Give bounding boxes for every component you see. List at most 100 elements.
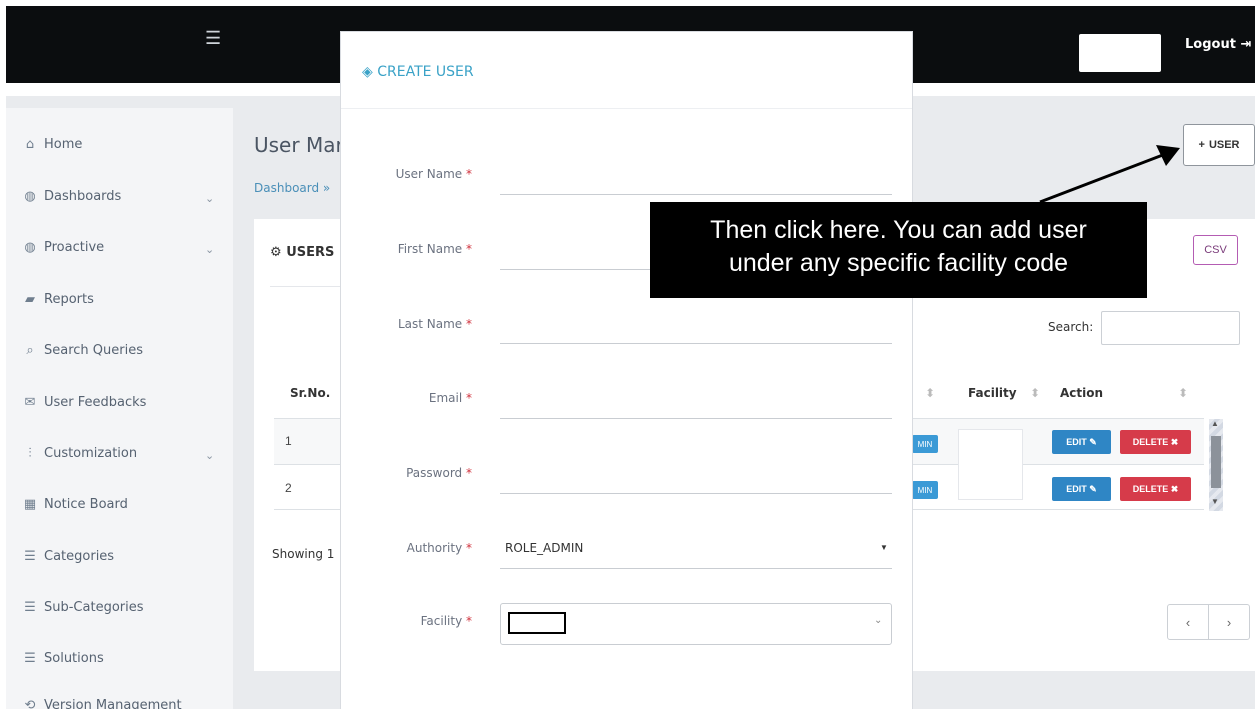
divider — [270, 286, 340, 287]
sidebar-item-proactive[interactable]: ◍ Proactive — [22, 240, 104, 255]
logout-label: Logout — [1185, 37, 1236, 52]
column-header-facility[interactable]: Facility — [968, 368, 1017, 418]
email-field[interactable] — [500, 418, 892, 419]
row-number: 2 — [285, 481, 292, 495]
list-icon: ☰ — [24, 600, 36, 615]
search-icon: ⌕ — [26, 343, 34, 358]
field-label-text: Last Name — [397, 317, 463, 331]
home-icon: ⌂ — [25, 137, 35, 152]
user-profile-box[interactable] — [1079, 34, 1161, 72]
authority-underline — [500, 568, 892, 569]
sidebar-item-dashboards[interactable]: ◍ Dashboards — [22, 189, 121, 204]
sidebar-item-label: Home — [44, 137, 83, 152]
sidebar-item-sub-categories[interactable]: ☰ Sub-Categories — [22, 600, 144, 615]
board-icon: ▦ — [23, 497, 37, 512]
username-label: User Name * — [342, 167, 472, 181]
breadcrumb[interactable]: Dashboard » — [254, 181, 330, 195]
sidebar-item-label: Version Management — [44, 698, 182, 709]
delete-label: DELETE — [1132, 437, 1169, 447]
sort-icon[interactable]: ⬍ — [1030, 368, 1040, 418]
sidebar-item-reports[interactable]: ▰ Reports — [22, 292, 94, 307]
role-badge: MIN — [912, 481, 938, 499]
facility-cell — [958, 429, 1023, 500]
sidebar-item-label: Sub-Categories — [44, 600, 144, 615]
edit-label: EDIT — [1066, 484, 1087, 494]
pointer-arrow-icon — [1039, 145, 1180, 204]
sidebar-item-notice-board[interactable]: ▦ Notice Board — [22, 497, 128, 512]
layers-icon: ◈ — [362, 64, 373, 80]
sidebar-item-label: Proactive — [44, 240, 105, 255]
sort-icon[interactable]: ⬍ — [1178, 368, 1188, 418]
sidebar-item-search-queries[interactable]: ⌕ Search Queries — [22, 343, 143, 358]
facility-redacted-value — [508, 612, 566, 634]
password-label: Password * — [342, 466, 472, 480]
field-label-text: User Name — [395, 167, 463, 181]
sidebar-item-label: Search Queries — [44, 343, 143, 358]
sidebar-item-label: Categories — [44, 549, 115, 564]
required-marker: * — [466, 242, 472, 256]
chevron-down-icon: ⌄ — [205, 244, 215, 256]
field-label-text: First Name — [397, 242, 463, 256]
panel-title: ⚙ USERS — [270, 245, 334, 260]
sidebar-item-home[interactable]: ⌂ Home — [22, 137, 83, 152]
required-marker: * — [466, 614, 472, 628]
scroll-down-icon[interactable]: ▼ — [1211, 497, 1219, 506]
sliders-icon: ⫶ — [28, 446, 32, 461]
envelope-icon: ✉ — [24, 395, 36, 410]
csv-export-button[interactable]: CSV — [1193, 235, 1238, 265]
sidebar-item-label: Dashboards — [44, 189, 122, 204]
logout-icon: ⇥ — [1240, 37, 1252, 52]
field-label-text: Email — [428, 391, 463, 405]
edit-button[interactable]: EDIT ✎ — [1052, 430, 1111, 454]
logout-button[interactable]: Logout ⇥ — [1185, 37, 1251, 52]
hamburger-icon[interactable]: ☰ — [205, 28, 221, 49]
first-name-label: First Name * — [342, 242, 472, 256]
username-field[interactable] — [500, 194, 892, 195]
role-badge: MIN — [912, 435, 938, 453]
facility-label: Facility * — [342, 614, 472, 628]
page-title: User Mar — [254, 133, 344, 157]
column-header-action[interactable]: Action — [1060, 368, 1103, 418]
sidebar-item-label: Notice Board — [44, 497, 128, 512]
modal-title-label: CREATE USER — [377, 64, 474, 80]
required-marker: * — [466, 317, 472, 331]
sidebar-item-solutions[interactable]: ☰ Solutions — [22, 651, 104, 666]
required-marker: * — [466, 466, 472, 480]
sidebar-item-label: User Feedbacks — [44, 395, 147, 410]
last-name-field[interactable] — [500, 343, 892, 344]
list-icon: ☰ — [24, 651, 36, 666]
dashboard-icon: ◍ — [24, 240, 36, 255]
scrollbar-thumb[interactable] — [1211, 436, 1221, 488]
last-name-label: Last Name * — [342, 317, 472, 331]
password-field[interactable] — [500, 493, 892, 494]
chevron-down-icon[interactable]: ▼ — [880, 543, 888, 552]
next-page-button[interactable]: › — [1209, 605, 1249, 639]
sidebar-item-customization[interactable]: ⫶ Customization — [22, 446, 137, 461]
sort-icon[interactable]: ⬍ — [925, 368, 935, 418]
sidebar-item-label: Reports — [44, 292, 94, 307]
delete-label: DELETE — [1132, 484, 1169, 494]
gear-icon: ⚙ — [270, 245, 282, 260]
close-icon: ✖ — [1170, 483, 1179, 494]
edit-label: EDIT — [1066, 437, 1087, 447]
divider — [341, 108, 912, 109]
delete-button[interactable]: DELETE ✖ — [1120, 477, 1191, 501]
search-label: Search: — [1048, 320, 1094, 334]
sidebar-item-label: Customization — [44, 446, 138, 461]
panel-title-label: USERS — [286, 245, 335, 260]
required-marker: * — [466, 541, 472, 555]
authority-select[interactable]: ROLE_ADMIN — [505, 541, 583, 555]
delete-button[interactable]: DELETE ✖ — [1120, 430, 1191, 454]
showing-info: Showing 1 — [272, 547, 335, 561]
version-icon: ⟲ — [24, 698, 36, 709]
scroll-up-icon[interactable]: ▲ — [1211, 419, 1219, 428]
search-input[interactable] — [1101, 311, 1240, 345]
sidebar-item-categories[interactable]: ☰ Categories — [22, 549, 114, 564]
sidebar-item-user-feedbacks[interactable]: ✉ User Feedbacks — [22, 395, 147, 410]
prev-page-button[interactable]: ‹ — [1168, 605, 1209, 639]
edit-button[interactable]: EDIT ✎ — [1052, 477, 1111, 501]
chevron-down-icon[interactable]: ⌄ — [874, 615, 882, 626]
sidebar-item-version-management[interactable]: ⟲ Version Management — [22, 698, 182, 709]
field-label-text: Authority — [406, 541, 463, 555]
column-header-srno[interactable]: Sr.No. — [290, 368, 330, 418]
